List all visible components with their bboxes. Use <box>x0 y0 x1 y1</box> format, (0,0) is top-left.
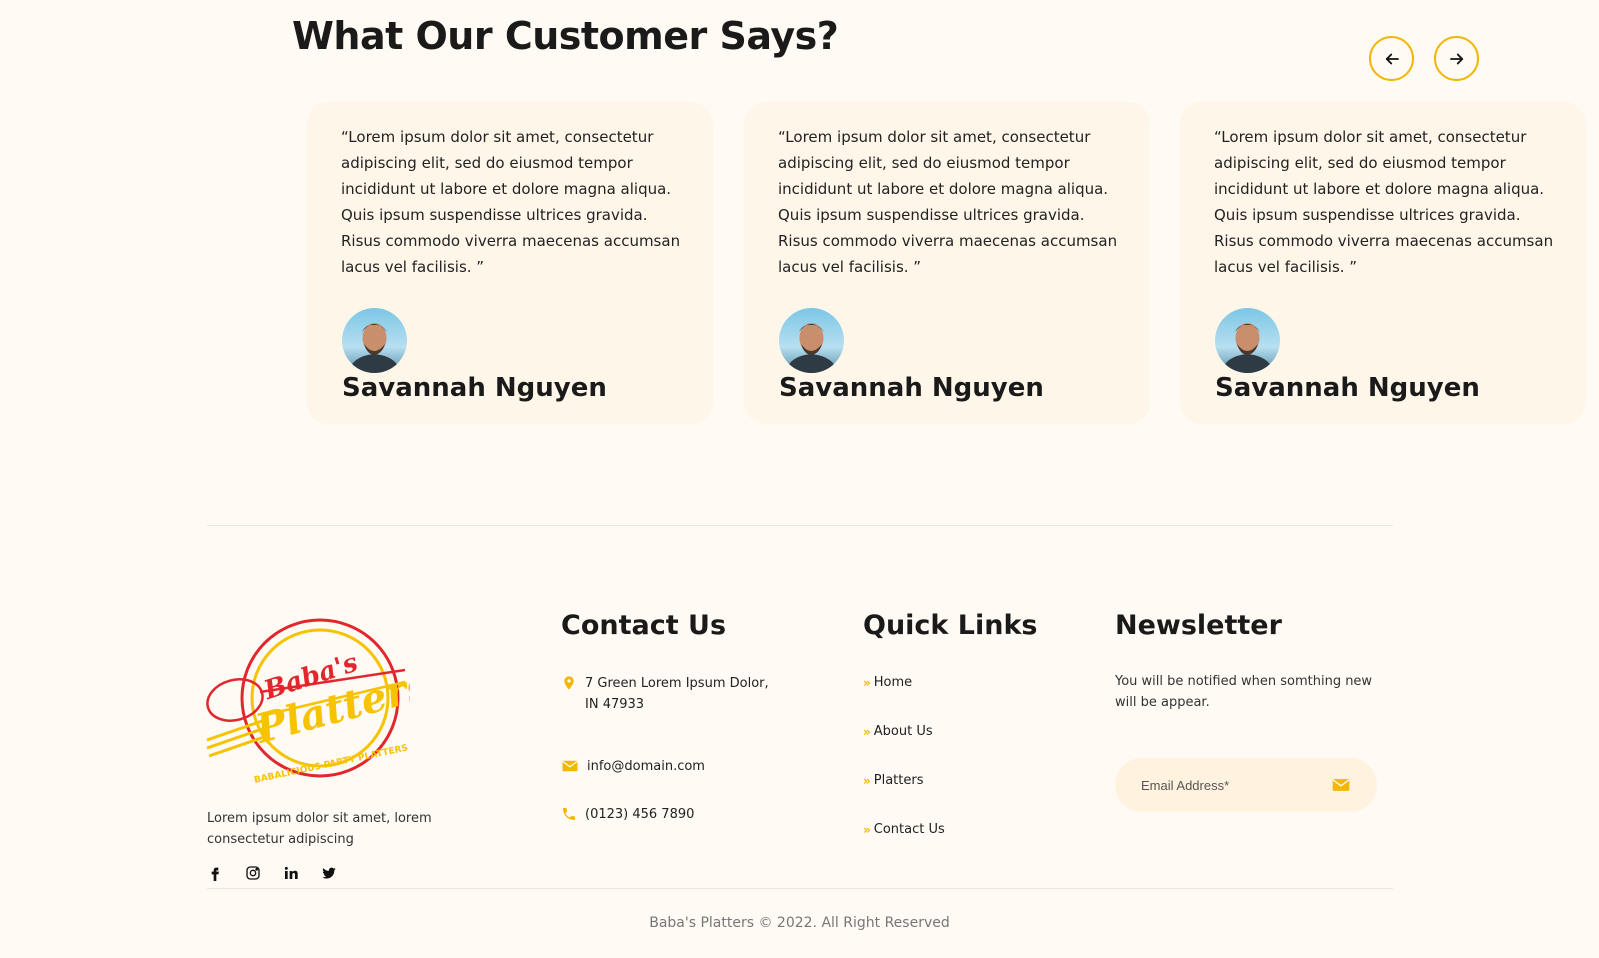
contact-email[interactable]: info@domain.com <box>561 756 787 777</box>
newsletter-form <box>1115 758 1377 812</box>
brand-logo[interactable]: Baba's Platters BABALICIOUS PARTY PLATTE… <box>205 610 434 790</box>
phone-icon <box>563 808 575 820</box>
chevron-right-icon: » <box>863 724 871 739</box>
contact-address: 7 Green Lorem Ipsum Dolor, IN 47933 <box>561 673 785 715</box>
linkedin-icon[interactable] <box>281 863 301 883</box>
quick-link-label: Home <box>873 675 913 690</box>
footer-top-divider <box>207 525 1393 526</box>
address-text: 7 Green Lorem Ipsum Dolor, IN 47933 <box>585 676 769 712</box>
testimonial-card: “Lorem ipsum dolor sit amet, consectetur… <box>744 102 1150 424</box>
quick-link-label: About Us <box>873 724 933 739</box>
avatar <box>779 308 844 373</box>
chevron-right-icon: » <box>863 675 871 690</box>
newsletter-submit-button[interactable] <box>1329 775 1353 795</box>
customer-name: Savannah Nguyen <box>342 373 607 403</box>
envelope-icon <box>562 760 578 772</box>
quick-link-about[interactable]: » About Us <box>863 724 933 739</box>
avatar <box>1215 308 1280 373</box>
quick-link-label: Platters <box>873 773 924 788</box>
customer-name: Savannah Nguyen <box>1215 373 1480 403</box>
arrow-right-icon <box>1449 53 1463 64</box>
copyright-text: Baba's Platters © 2022. All Right Reserv… <box>649 915 950 931</box>
testimonial-card: “Lorem ipsum dolor sit amet, consectetur… <box>1180 102 1586 424</box>
contact-phone[interactable]: (0123) 456 7890 <box>561 804 785 825</box>
newsletter-text: You will be notified when somthing new w… <box>1115 674 1373 710</box>
facebook-icon[interactable] <box>205 863 225 883</box>
prev-button[interactable] <box>1369 36 1414 81</box>
newsletter-title: Newsletter <box>1115 610 1282 641</box>
next-button[interactable] <box>1434 36 1479 81</box>
testimonial-quote: “Lorem ipsum dolor sit amet, consectetur… <box>778 128 1118 276</box>
email-text: info@domain.com <box>587 759 705 774</box>
chevron-right-icon: » <box>863 773 871 788</box>
avatar <box>342 308 407 373</box>
quick-links-title: Quick Links <box>863 610 1038 641</box>
social-links <box>205 863 339 883</box>
testimonial-carousel: “Lorem ipsum dolor sit amet, consectetur… <box>0 102 1599 424</box>
testimonial-quote: “Lorem ipsum dolor sit amet, consectetur… <box>1214 128 1554 276</box>
map-pin-icon <box>564 676 574 690</box>
twitter-icon[interactable] <box>319 863 339 883</box>
arrow-left-icon <box>1385 53 1399 64</box>
chevron-right-icon: » <box>863 822 871 837</box>
customer-name: Savannah Nguyen <box>779 373 1044 403</box>
testimonial-card: “Lorem ipsum dolor sit amet, consectetur… <box>307 102 713 424</box>
instagram-icon[interactable] <box>243 863 263 883</box>
quick-link-label: Contact Us <box>873 822 945 837</box>
phone-text: (0123) 456 7890 <box>585 807 695 822</box>
footer-bottom-divider <box>207 888 1393 889</box>
contact-title: Contact Us <box>561 610 727 641</box>
testimonials-title: What Our Customer Says? <box>292 14 839 58</box>
newsletter-email-input[interactable] <box>1141 777 1321 793</box>
envelope-icon <box>1332 779 1350 791</box>
testimonial-quote: “Lorem ipsum dolor sit amet, consectetur… <box>341 128 681 276</box>
quick-link-platters[interactable]: » Platters <box>863 773 924 788</box>
quick-link-home[interactable]: » Home <box>863 675 912 690</box>
footer-description: Lorem ipsum dolor sit amet, lorem consec… <box>207 811 432 847</box>
quick-link-contact[interactable]: » Contact Us <box>863 822 945 837</box>
